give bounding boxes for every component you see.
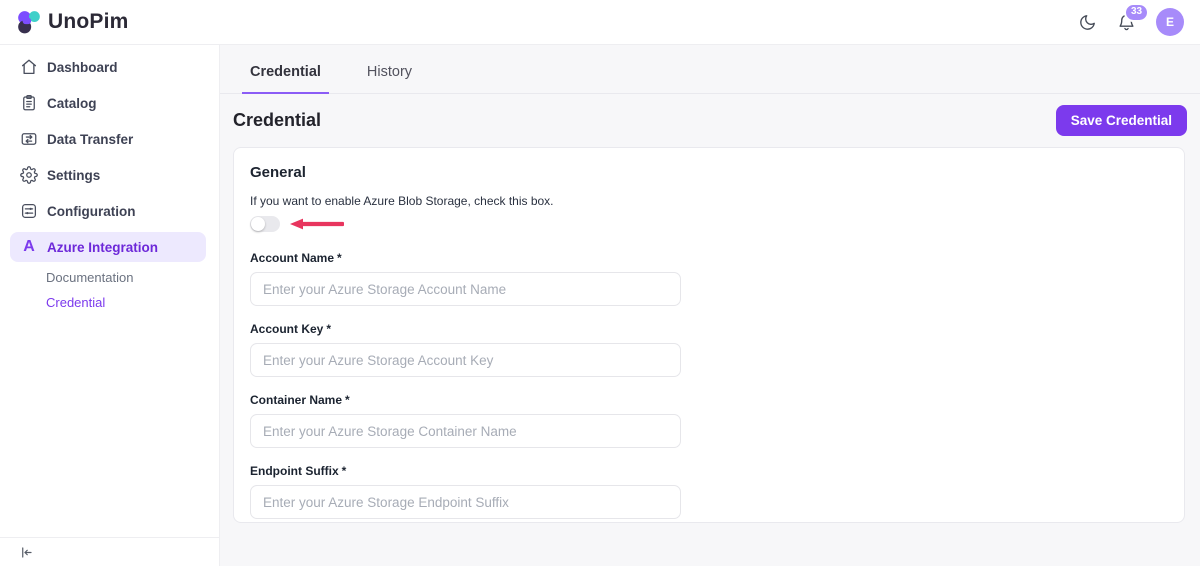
sidebar-subitem-label: Credential (46, 295, 105, 310)
sidebar-item-settings[interactable]: Settings (0, 157, 219, 193)
home-icon (20, 58, 38, 76)
moon-icon (1078, 13, 1097, 32)
azure-enable-toggle[interactable] (250, 216, 280, 232)
red-arrow-left-icon (290, 218, 344, 230)
sidebar-item-label: Data Transfer (47, 132, 133, 147)
notifications-button[interactable]: 33 (1117, 13, 1136, 32)
sidebar-item-configuration[interactable]: Configuration (0, 193, 219, 229)
account-name-input[interactable] (250, 272, 681, 306)
field-label-account-name: Account Name* (250, 251, 1168, 265)
account-key-input[interactable] (250, 343, 681, 377)
transfer-icon (20, 130, 38, 148)
tab-history[interactable]: History (359, 50, 420, 94)
toggle-knob (251, 217, 265, 231)
field-account-name: Account Name* (250, 251, 1168, 306)
container-name-input[interactable] (250, 414, 681, 448)
field-label-account-key: Account Key* (250, 322, 1168, 336)
brand[interactable]: UnoPim (16, 9, 129, 35)
sidebar-item-label: Catalog (47, 96, 97, 111)
user-avatar[interactable]: E (1156, 8, 1184, 36)
sidebar-item-label: Dashboard (47, 60, 118, 75)
sidebar-footer (0, 537, 219, 566)
sidebar-item-label: Configuration (47, 204, 135, 219)
endpoint-suffix-input[interactable] (250, 485, 681, 519)
tab-credential[interactable]: Credential (242, 50, 329, 94)
gear-icon (20, 166, 38, 184)
tab-bar: Credential History (220, 45, 1200, 94)
save-credential-button[interactable]: Save Credential (1056, 105, 1187, 136)
page-header: Credential Save Credential (220, 94, 1200, 147)
unopim-logo-icon (16, 9, 42, 35)
dark-mode-button[interactable] (1078, 13, 1097, 32)
sidebar-item-catalog[interactable]: Catalog (0, 85, 219, 121)
field-label-endpoint-suffix: Endpoint Suffix* (250, 464, 1168, 478)
sidebar: Dashboard Catalog Data Transfer (0, 45, 220, 566)
clipboard-icon (20, 94, 38, 112)
collapse-sidebar-icon (19, 545, 34, 560)
brand-name: UnoPim (48, 10, 129, 34)
toggle-row (250, 216, 1168, 232)
section-title: General (250, 164, 1168, 181)
field-account-key: Account Key* (250, 322, 1168, 377)
general-card: General If you want to enable Azure Blob… (233, 147, 1185, 523)
field-endpoint-suffix: Endpoint Suffix* (250, 464, 1168, 519)
sidebar-item-azure-integration[interactable]: A Azure Integration (10, 232, 206, 262)
collapse-sidebar-button[interactable] (19, 545, 34, 560)
sidebar-item-label: Settings (47, 168, 100, 183)
sidebar-subitem-label: Documentation (46, 270, 133, 285)
main-content: Credential History Credential Save Crede… (220, 45, 1200, 566)
page-title: Credential (233, 110, 321, 131)
sidebar-subitem-documentation[interactable]: Documentation (0, 265, 219, 290)
sliders-icon (20, 202, 38, 220)
sidebar-subitem-credential[interactable]: Credential (0, 290, 219, 315)
sidebar-item-dashboard[interactable]: Dashboard (0, 49, 219, 85)
field-label-container-name: Container Name* (250, 393, 1168, 407)
notification-count-badge: 33 (1124, 3, 1149, 22)
toggle-help-text: If you want to enable Azure Blob Storage… (250, 194, 1168, 208)
azure-a-icon: A (20, 238, 38, 256)
top-header: UnoPim 33 E (0, 0, 1200, 45)
sidebar-item-label: Azure Integration (47, 240, 158, 255)
field-container-name: Container Name* (250, 393, 1168, 448)
sidebar-item-data-transfer[interactable]: Data Transfer (0, 121, 219, 157)
